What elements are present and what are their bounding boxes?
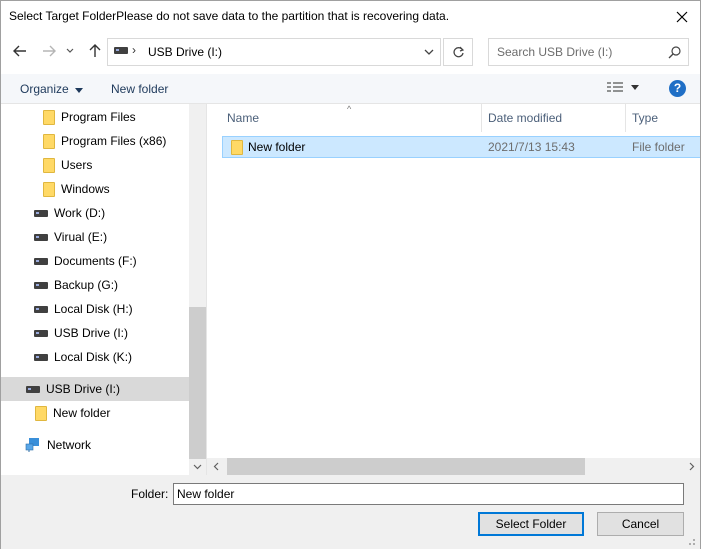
refresh-button[interactable]	[443, 38, 473, 66]
address-bar[interactable]: › USB Drive (I:)	[107, 38, 441, 66]
dialog-footer: Folder: Select Folder Cancel	[1, 475, 700, 549]
nav-item-documents-f[interactable]: Documents (F:)	[34, 249, 137, 273]
folder-icon	[43, 133, 55, 149]
nav-item-network[interactable]: Network	[25, 433, 91, 457]
nav-item-label: Local Disk (K:)	[54, 350, 133, 364]
column-name[interactable]: Name	[220, 104, 482, 132]
nav-item-local-disk-h[interactable]: Local Disk (H:)	[34, 297, 133, 321]
nav-vertical-scrollbar[interactable]	[189, 104, 206, 475]
forward-button[interactable]	[38, 40, 60, 62]
drive-icon	[34, 353, 48, 361]
help-icon[interactable]: ?	[669, 80, 686, 97]
drive-icon	[34, 257, 48, 265]
search-input[interactable]: Search USB Drive (I:)	[488, 38, 689, 66]
close-button[interactable]	[664, 1, 700, 32]
nav-item-label: Documents (F:)	[54, 254, 137, 268]
column-date-modified[interactable]: Date modified	[481, 104, 626, 132]
nav-item-local-disk-k[interactable]: Local Disk (K:)	[34, 345, 132, 369]
usb-drive-icon	[114, 47, 128, 54]
address-path: USB Drive (I:)	[148, 45, 223, 59]
close-icon	[676, 11, 688, 22]
navigation-pane: Program Files Program Files (x86) Users …	[1, 104, 206, 474]
folder-icon	[43, 157, 55, 173]
folder-icon	[231, 140, 243, 155]
nav-item-label: USB Drive (I:)	[46, 382, 121, 396]
nav-item-virual-e[interactable]: Virual (E:)	[34, 225, 107, 249]
dialog-title: Select Target FolderPlease do not save d…	[9, 9, 450, 23]
file-row[interactable]: New folder 2021/7/13 15:43 File folder	[222, 136, 700, 158]
drive-icon	[34, 209, 48, 217]
scroll-right-icon[interactable]	[687, 462, 696, 471]
chevron-down-icon	[75, 88, 84, 93]
network-icon	[25, 438, 39, 452]
nav-item-label: Virual (E:)	[54, 230, 108, 244]
file-date: 2021/7/13 15:43	[488, 140, 575, 154]
command-toolbar: Organize New folder ?	[1, 74, 700, 104]
folder-icon	[43, 181, 55, 197]
nav-item-label: Local Disk (H:)	[54, 302, 133, 316]
refresh-icon	[452, 46, 464, 57]
folder-icon	[35, 405, 47, 421]
nav-item-usb-drive-root[interactable]: USB Drive (I:)	[1, 377, 189, 401]
column-header: ^ Name Date modified Type	[207, 104, 700, 132]
file-type: File folder	[632, 140, 685, 154]
folder-icon	[43, 109, 55, 125]
nav-item-users[interactable]: Users	[43, 153, 92, 177]
nav-item-label: Network	[47, 438, 92, 452]
drive-icon	[34, 233, 48, 241]
folder-name-input[interactable]	[173, 483, 684, 505]
resize-grip-icon[interactable]	[686, 536, 696, 546]
drive-icon	[34, 305, 48, 313]
chevron-down-icon	[66, 48, 74, 53]
search-icon	[668, 46, 681, 59]
breadcrumb-separator-icon: ›	[132, 43, 136, 57]
file-list-pane: ^ Name Date modified Type New folder 202…	[207, 104, 700, 459]
back-button[interactable]	[9, 40, 31, 62]
view-options-icon[interactable]	[607, 82, 623, 95]
chevron-down-icon[interactable]	[422, 45, 436, 59]
organize-label: Organize	[20, 82, 69, 96]
select-folder-dialog: Select Target FolderPlease do not save d…	[0, 0, 701, 549]
nav-item-label: Backup (G:)	[54, 278, 119, 292]
new-folder-button[interactable]: New folder	[111, 82, 168, 96]
cancel-button[interactable]: Cancel	[597, 512, 684, 536]
organize-button[interactable]: Organize	[20, 82, 84, 96]
nav-item-label: Program Files (x86)	[61, 134, 167, 148]
nav-item-label: Program Files	[61, 110, 136, 124]
select-folder-button[interactable]: Select Folder	[478, 512, 584, 536]
usb-drive-icon	[26, 385, 40, 393]
recent-locations-button[interactable]	[63, 40, 77, 62]
nav-item-label: Windows	[61, 182, 110, 196]
nav-item-new-folder[interactable]: New folder	[35, 401, 110, 425]
file-horizontal-scrollbar[interactable]	[207, 458, 700, 475]
nav-item-backup-g[interactable]: Backup (G:)	[34, 273, 118, 297]
scrollbar-thumb[interactable]	[189, 307, 206, 459]
back-arrow-icon	[13, 45, 26, 57]
navigation-bar: › USB Drive (I:) Search USB Drive (I:)	[1, 32, 700, 72]
title-bar: Select Target FolderPlease do not save d…	[1, 1, 700, 32]
nav-item-label: Work (D:)	[54, 206, 106, 220]
nav-item-label: Users	[61, 158, 93, 172]
up-arrow-icon	[89, 44, 101, 57]
nav-item-label: USB Drive (I:)	[54, 326, 129, 340]
nav-item-program-files-x86[interactable]: Program Files (x86)	[43, 129, 166, 153]
column-type[interactable]: Type	[625, 104, 700, 132]
scrollbar-thumb[interactable]	[227, 458, 585, 475]
usb-drive-icon	[34, 329, 48, 337]
folder-label: Folder:	[131, 487, 169, 501]
scroll-down-icon[interactable]	[193, 462, 202, 471]
scroll-left-icon[interactable]	[212, 462, 221, 471]
nav-item-label: New folder	[53, 406, 111, 420]
nav-item-windows[interactable]: Windows	[43, 177, 110, 201]
search-placeholder: Search USB Drive (I:)	[497, 45, 613, 59]
up-button[interactable]	[84, 40, 106, 62]
forward-arrow-icon	[43, 45, 56, 57]
chevron-down-icon[interactable]	[631, 85, 639, 90]
nav-item-program-files[interactable]: Program Files	[43, 105, 136, 129]
nav-item-work-d[interactable]: Work (D:)	[34, 201, 105, 225]
file-name: New folder	[248, 140, 306, 154]
drive-icon	[34, 281, 48, 289]
nav-item-usb-drive-i[interactable]: USB Drive (I:)	[34, 321, 128, 345]
